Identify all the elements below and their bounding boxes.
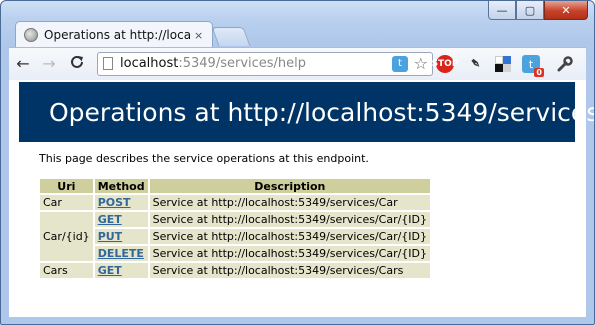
table-row: Cars GET Service at http://localhost:534… [40, 263, 431, 278]
delicious-icon [495, 56, 511, 72]
wrench-icon [557, 56, 573, 72]
forward-button[interactable]: → [39, 54, 59, 74]
method-link-put[interactable]: PUT [98, 230, 123, 243]
description-cell: Service at http://localhost:5349/service… [149, 212, 431, 227]
page-title: Operations at http://localhost:5349/serv… [49, 98, 595, 127]
twitter-icon[interactable]: t [392, 56, 408, 72]
description-cell: Service at http://localhost:5349/service… [149, 195, 431, 210]
url-host: localhost [120, 56, 179, 71]
url-path: :5349/services/help [178, 56, 307, 71]
wrench-menu-button[interactable] [554, 53, 576, 75]
address-bar[interactable]: localhost:5349/services/help t ☆ [97, 52, 433, 76]
description-cell: Service at http://localhost:5349/service… [149, 246, 431, 261]
new-tab-button[interactable] [211, 27, 251, 46]
stop-icon: STOP [432, 55, 458, 73]
method-cell: GET [94, 212, 148, 227]
header-method: Method [94, 179, 148, 193]
header-description: Description [149, 179, 431, 193]
stop-extension-button[interactable]: STOP [432, 53, 458, 75]
browser-toolbar: ← → localhost:5349/services/help t ☆ STO… [9, 47, 586, 80]
twitter-bird-icon: t0 [522, 55, 544, 77]
description-cell: Service at http://localhost:5349/service… [149, 263, 431, 278]
browser-window: — ▢ ✕ Operations at http://localhost × ←… [0, 0, 595, 325]
operations-table: Uri Method Description Car POST Service … [38, 177, 432, 280]
reload-icon [71, 55, 83, 68]
description-cell: Service at http://localhost:5349/service… [149, 229, 431, 244]
close-window-button[interactable]: ✕ [544, 1, 588, 20]
page-heading: Operations at http://localhost:5349/serv… [19, 82, 594, 142]
minimize-button[interactable]: — [488, 1, 516, 20]
notification-badge: 0 [534, 68, 544, 77]
table-row: Car POST Service at http://localhost:534… [40, 195, 431, 210]
maximize-button[interactable]: ▢ [516, 1, 544, 20]
table-row: PUT Service at http://localhost:5349/ser… [40, 229, 431, 244]
globe-icon [24, 28, 38, 42]
uri-cell: Car [40, 195, 93, 210]
method-link-get[interactable]: GET [98, 264, 122, 277]
star-icon[interactable]: ☆ [414, 54, 428, 73]
close-tab-icon[interactable]: × [194, 29, 203, 42]
method-cell: GET [94, 263, 148, 278]
table-header-row: Uri Method Description [40, 179, 431, 193]
eyedropper-icon[interactable]: ✒ [459, 48, 490, 79]
url-text[interactable]: localhost:5349/services/help [120, 56, 306, 71]
method-cell: DELETE [94, 246, 148, 261]
method-link-get[interactable]: GET [98, 213, 122, 226]
browser-tab[interactable]: Operations at http://localhost × [15, 21, 213, 48]
table-row: DELETE Service at http://localhost:5349/… [40, 246, 431, 261]
header-uri: Uri [40, 179, 93, 193]
window-controls: — ▢ ✕ [488, 1, 588, 20]
reload-button[interactable] [67, 54, 87, 74]
intro-text: This page describes the service operatio… [39, 152, 369, 165]
method-cell: POST [94, 195, 148, 210]
method-cell: PUT [94, 229, 148, 244]
uri-cell: Car/{id} [40, 212, 93, 261]
twitter-extension-button[interactable]: t0 [520, 53, 544, 77]
method-link-post[interactable]: POST [98, 196, 131, 209]
tab-title: Operations at http://localhost [44, 28, 192, 42]
delicious-extension-button[interactable] [492, 53, 514, 75]
uri-cell: Cars [40, 263, 93, 278]
table-row: Car/{id} GET Service at http://localhost… [40, 212, 431, 261]
back-button[interactable]: ← [13, 54, 33, 74]
page-icon [103, 57, 113, 70]
page-viewport: Operations at http://localhost:5349/serv… [9, 80, 594, 317]
method-link-delete[interactable]: DELETE [98, 247, 144, 260]
